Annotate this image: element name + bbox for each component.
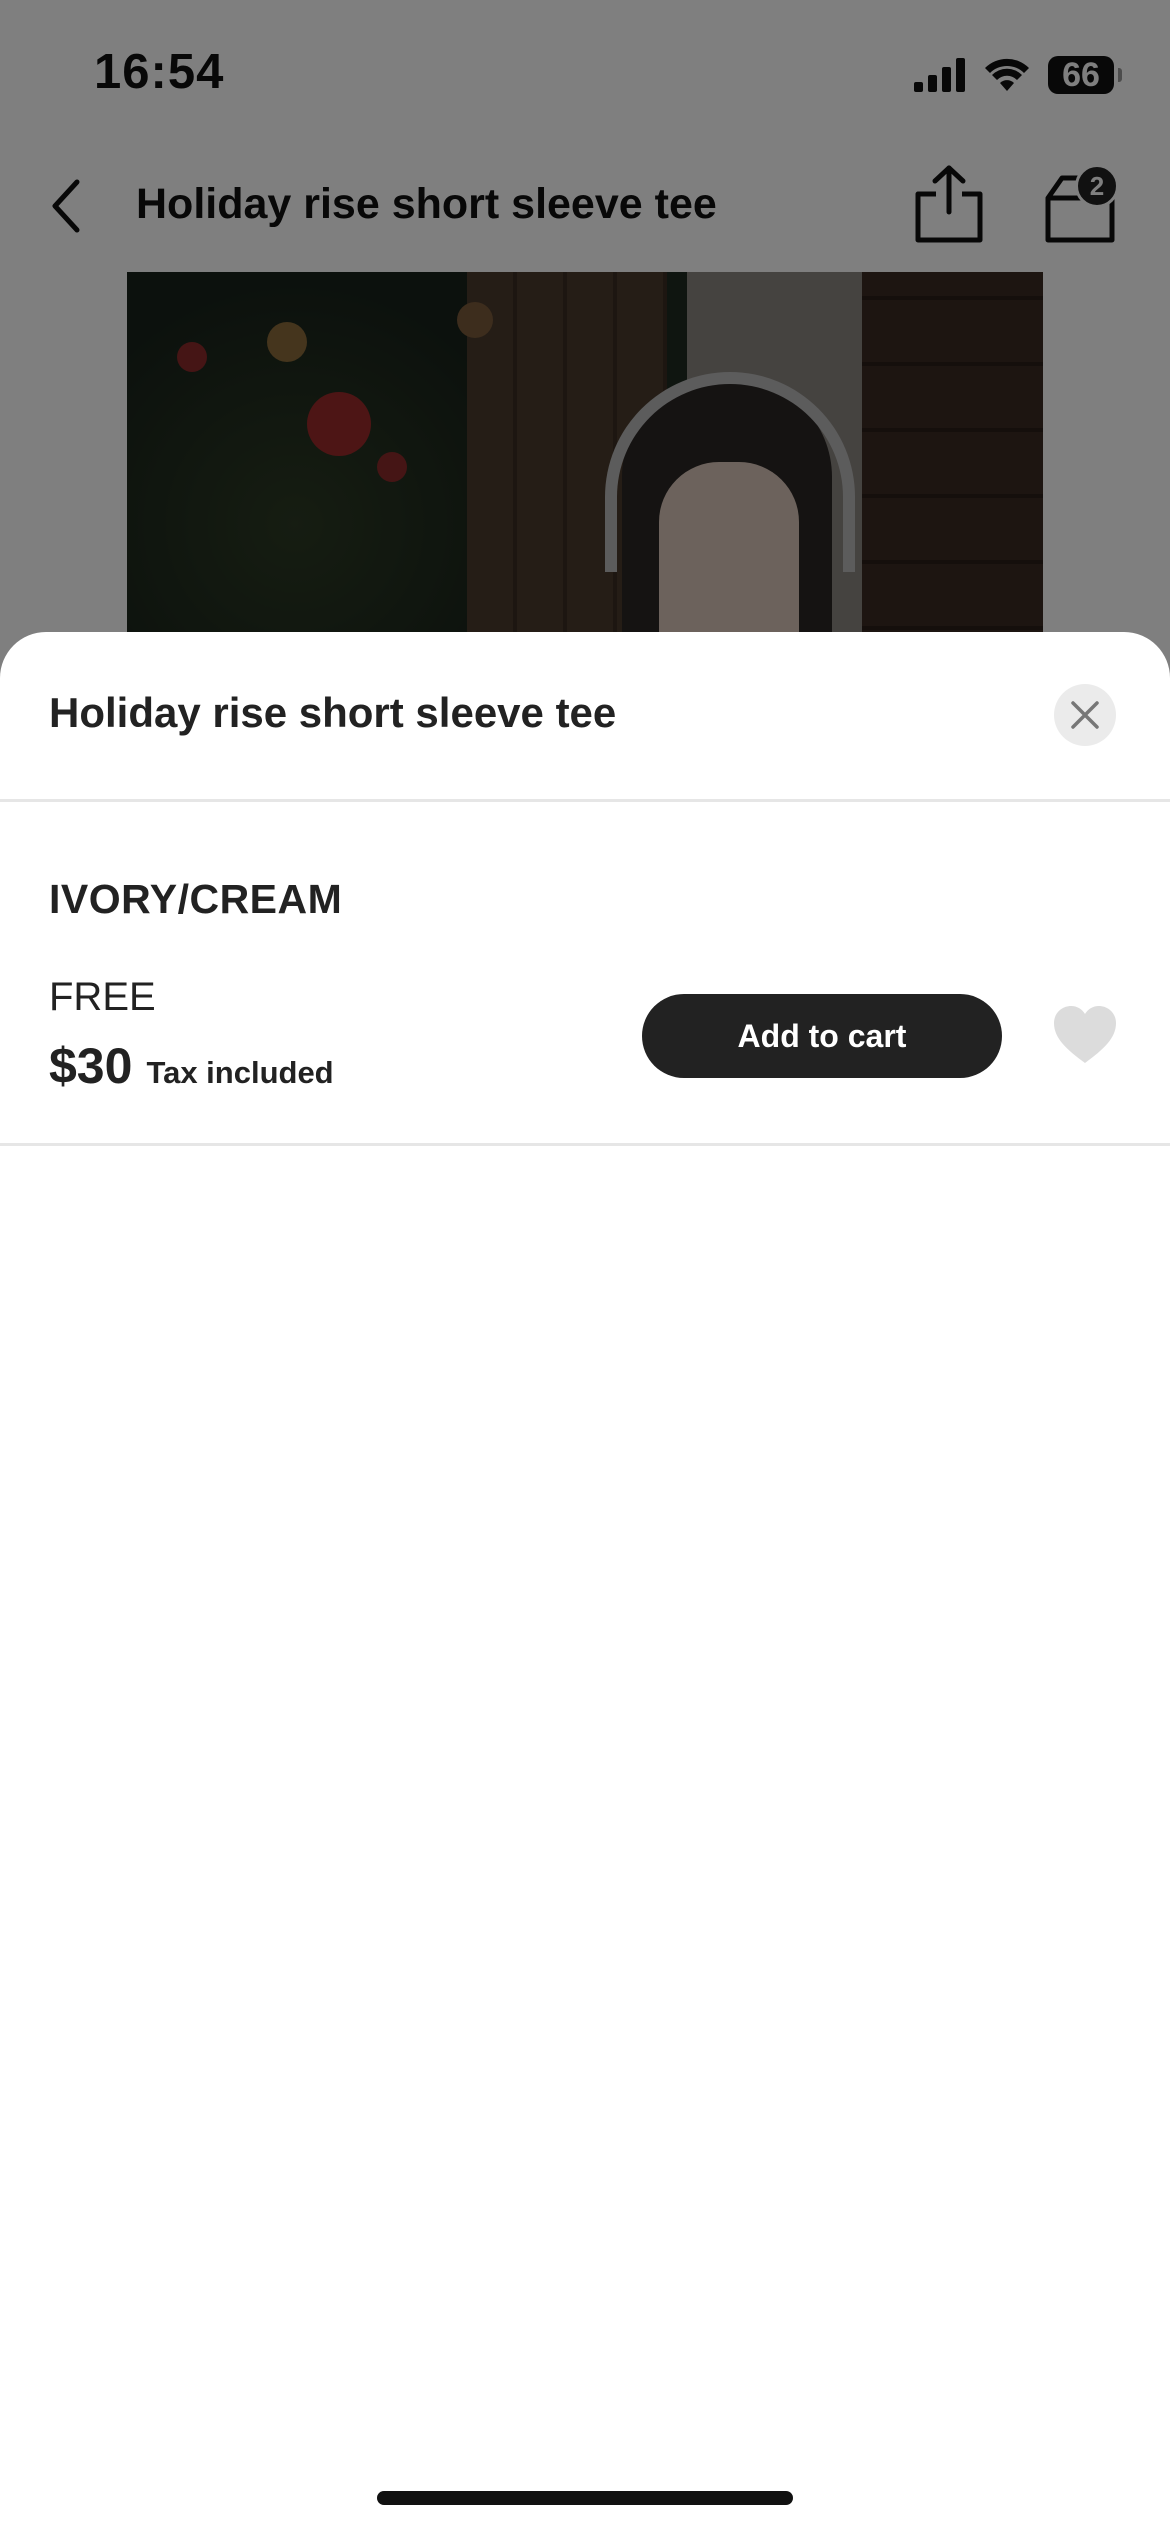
price-row: $30 Tax included — [49, 1037, 334, 1095]
add-to-cart-sheet: Holiday rise short sleeve tee IVORY/CREA… — [0, 632, 1170, 2532]
variant-color: IVORY/CREAM — [49, 876, 343, 922]
home-indicator — [377, 2491, 793, 2505]
close-icon — [1071, 701, 1099, 729]
divider — [0, 1143, 1170, 1146]
add-to-cart-button[interactable]: Add to cart — [642, 994, 1002, 1078]
sheet-title: Holiday rise short sleeve tee — [49, 689, 617, 736]
variant-size: FREE — [49, 975, 156, 1019]
close-button[interactable] — [1054, 684, 1116, 746]
price: $30 — [49, 1038, 133, 1094]
screen: 16:54 66 — [0, 0, 1170, 2532]
heart-icon — [1054, 1006, 1116, 1063]
wishlist-button[interactable] — [1050, 1002, 1120, 1068]
tax-note: Tax included — [146, 1055, 334, 1090]
divider — [0, 799, 1170, 802]
